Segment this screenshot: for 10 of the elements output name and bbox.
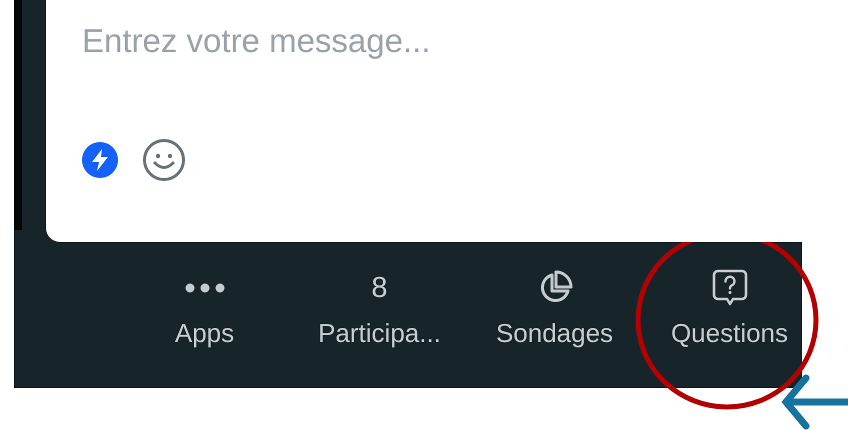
emoji-icon[interactable] xyxy=(142,138,186,182)
toolbar-button[interactable]: Questions xyxy=(642,268,817,349)
toolbar-button[interactable]: Sondages xyxy=(467,268,642,349)
toolbar-button[interactable]: Apps xyxy=(117,268,292,349)
participant-count: 8 xyxy=(371,272,388,304)
message-field[interactable]: Entrez votre message... xyxy=(82,22,782,122)
more-icon xyxy=(184,283,224,293)
toolbar-button[interactable]: 8 Participa... xyxy=(292,268,467,349)
lightning-icon[interactable] xyxy=(82,142,118,178)
question-icon xyxy=(712,269,748,307)
